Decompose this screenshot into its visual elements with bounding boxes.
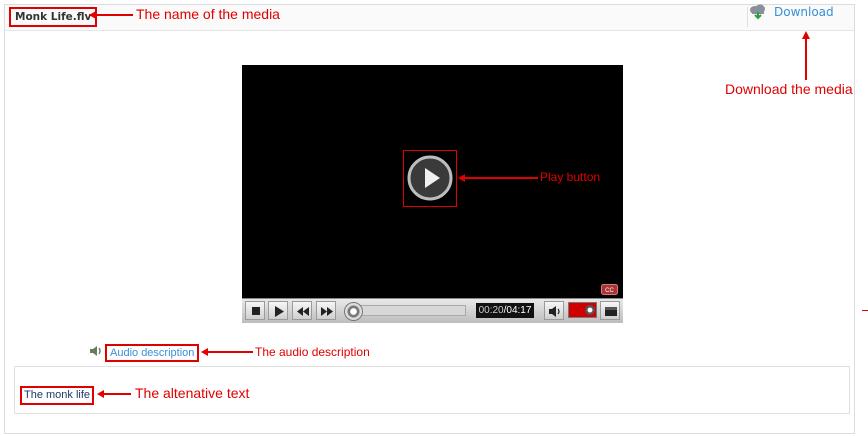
audio-description-link[interactable]: Audio description: [105, 344, 200, 362]
play-control-button[interactable]: [268, 301, 288, 320]
play-button[interactable]: [407, 155, 453, 201]
annotation-media-name: The name of the media: [136, 6, 280, 22]
fullscreen-button[interactable]: [600, 301, 620, 320]
time-display: 00:20/04:17: [476, 303, 534, 318]
speaker-icon: [549, 306, 560, 317]
download-button[interactable]: Download: [748, 4, 834, 20]
stop-icon: [252, 307, 260, 315]
cloud-download-icon: [748, 4, 768, 20]
rewind-icon: [297, 307, 309, 316]
annotation-line: [862, 310, 868, 311]
closed-captions-button[interactable]: CC: [601, 282, 618, 295]
mute-button[interactable]: [544, 301, 564, 320]
play-icon: [407, 155, 453, 201]
annotation-line: [464, 177, 538, 179]
volume-handle[interactable]: [585, 305, 595, 315]
media-header: [5, 5, 854, 31]
download-label: Download: [774, 5, 834, 19]
seek-bar[interactable]: [346, 305, 466, 316]
audio-icon: [88, 344, 104, 363]
total-time: 04:17: [506, 305, 532, 316]
annotation-line: [95, 14, 133, 16]
annotation-line: [103, 393, 131, 395]
media-name: Monk Life.flv: [9, 7, 98, 27]
stop-button[interactable]: [245, 301, 265, 320]
fast-forward-icon: [321, 307, 333, 316]
annotation-line: [805, 38, 807, 80]
annotation-play: Play button: [540, 170, 601, 184]
annotation-alt-text: The altenative text: [135, 385, 250, 401]
annotation-line: [207, 351, 253, 353]
play-icon: [275, 306, 284, 317]
annotation-audio-description: The audio description: [255, 345, 370, 359]
current-time: 00:20: [478, 305, 504, 316]
rewind-button[interactable]: [292, 301, 312, 320]
seek-handle[interactable]: [344, 302, 363, 321]
fullscreen-icon: [605, 307, 617, 316]
player-controls: 00:20/04:17: [242, 298, 623, 323]
annotation-download: Download the media: [725, 81, 853, 97]
cc-label: CC: [605, 288, 614, 294]
alternative-text: The monk life: [20, 386, 95, 405]
fast-forward-button[interactable]: [316, 301, 336, 320]
volume-slider[interactable]: [568, 302, 597, 318]
